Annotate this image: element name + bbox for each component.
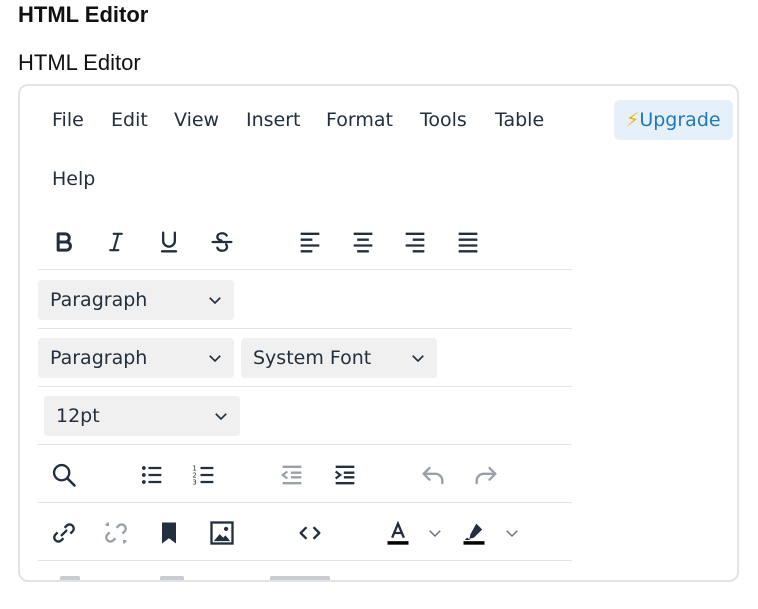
underline-button[interactable] bbox=[149, 222, 189, 262]
text-color-icon bbox=[387, 520, 409, 545]
menu-insert[interactable]: Insert bbox=[236, 100, 311, 140]
upgrade-label: Upgrade bbox=[639, 109, 721, 131]
block-format-select[interactable]: Paragraph bbox=[38, 280, 234, 320]
toolbar-row-block: Paragraph bbox=[38, 271, 572, 329]
menu-table[interactable]: Table bbox=[485, 100, 554, 140]
menu-help[interactable]: Help bbox=[42, 159, 105, 199]
lightning-icon: ⚡ bbox=[626, 109, 640, 131]
menu-view[interactable]: View bbox=[164, 100, 229, 140]
block-format-select-2[interactable]: Paragraph bbox=[38, 338, 234, 378]
search-icon bbox=[52, 463, 76, 487]
numbered-list-icon: 123 bbox=[192, 464, 214, 486]
toolbar-row-lists: 123 bbox=[38, 445, 572, 503]
menu-file[interactable]: File bbox=[42, 100, 94, 140]
numbered-list-button[interactable]: 123 bbox=[184, 455, 224, 495]
font-family-select[interactable]: System Font bbox=[241, 338, 437, 378]
insert-link-button[interactable] bbox=[44, 513, 84, 553]
highlight-color-icon bbox=[463, 523, 485, 545]
highlight-color-button[interactable] bbox=[454, 513, 494, 553]
align-left-icon bbox=[300, 232, 320, 253]
align-left-button[interactable] bbox=[290, 222, 330, 262]
chevron-down-icon bbox=[209, 297, 221, 305]
outdent-button[interactable] bbox=[272, 455, 312, 495]
align-center-icon bbox=[353, 232, 373, 253]
chevron-down-icon bbox=[209, 355, 221, 363]
toolbar-row-size: 12pt bbox=[38, 387, 572, 445]
unlink-button[interactable] bbox=[96, 513, 136, 553]
bold-button[interactable] bbox=[44, 222, 84, 262]
indent-icon bbox=[335, 465, 355, 485]
bookmark-button[interactable] bbox=[149, 513, 189, 553]
text-color-dropdown[interactable] bbox=[424, 513, 446, 553]
unlink-icon bbox=[105, 522, 127, 544]
undo-icon bbox=[422, 466, 444, 485]
bullet-list-button[interactable] bbox=[132, 455, 172, 495]
chevron-down-icon bbox=[412, 355, 424, 363]
html-editor: File Edit View Insert Format Tools Table… bbox=[18, 84, 739, 582]
search-replace-button[interactable] bbox=[44, 455, 84, 495]
menu-format[interactable]: Format bbox=[316, 100, 403, 140]
align-justify-icon bbox=[458, 232, 478, 253]
toolbar-row-overflow bbox=[60, 574, 360, 580]
indent-button[interactable] bbox=[325, 455, 365, 495]
text-color-button[interactable] bbox=[378, 513, 418, 553]
svg-text:3: 3 bbox=[192, 478, 196, 486]
italic-button[interactable] bbox=[96, 222, 136, 262]
page-heading: HTML Editor bbox=[18, 2, 149, 27]
strikethrough-button[interactable] bbox=[202, 222, 242, 262]
code-icon bbox=[299, 526, 321, 540]
chevron-down-icon bbox=[215, 413, 227, 421]
font-size-value: 12pt bbox=[56, 405, 100, 427]
image-icon bbox=[210, 521, 234, 545]
chevron-down-icon bbox=[506, 530, 518, 538]
toolbar-row-formatting bbox=[38, 212, 572, 270]
redo-button[interactable] bbox=[466, 455, 506, 495]
outdent-icon bbox=[280, 465, 302, 485]
align-center-button[interactable] bbox=[343, 222, 383, 262]
menu-edit[interactable]: Edit bbox=[101, 100, 158, 140]
align-right-button[interactable] bbox=[395, 222, 435, 262]
italic-icon bbox=[109, 232, 123, 252]
align-justify-button[interactable] bbox=[448, 222, 488, 262]
highlight-color-dropdown[interactable] bbox=[501, 513, 523, 553]
strikethrough-icon bbox=[211, 232, 233, 252]
bookmark-icon bbox=[162, 522, 176, 544]
font-family-value: System Font bbox=[253, 347, 372, 369]
link-icon bbox=[53, 523, 75, 543]
block-format-value-2: Paragraph bbox=[50, 347, 148, 369]
block-format-value: Paragraph bbox=[50, 289, 148, 311]
bold-icon bbox=[56, 232, 72, 252]
font-size-select[interactable]: 12pt bbox=[44, 396, 240, 436]
bullet-list-icon bbox=[141, 466, 162, 484]
field-label: HTML Editor bbox=[18, 50, 141, 75]
chevron-down-icon bbox=[429, 530, 441, 538]
toolbar-row-insert bbox=[38, 503, 572, 561]
toolbar-row-fonts: Paragraph System Font bbox=[38, 329, 572, 387]
undo-button[interactable] bbox=[413, 455, 453, 495]
align-right-icon bbox=[405, 232, 425, 253]
code-view-button[interactable] bbox=[290, 513, 330, 553]
insert-image-button[interactable] bbox=[202, 513, 242, 553]
redo-icon bbox=[475, 466, 497, 485]
underline-icon bbox=[160, 231, 178, 253]
upgrade-button[interactable]: ⚡Upgrade bbox=[614, 100, 733, 140]
menu-tools[interactable]: Tools bbox=[410, 100, 477, 140]
